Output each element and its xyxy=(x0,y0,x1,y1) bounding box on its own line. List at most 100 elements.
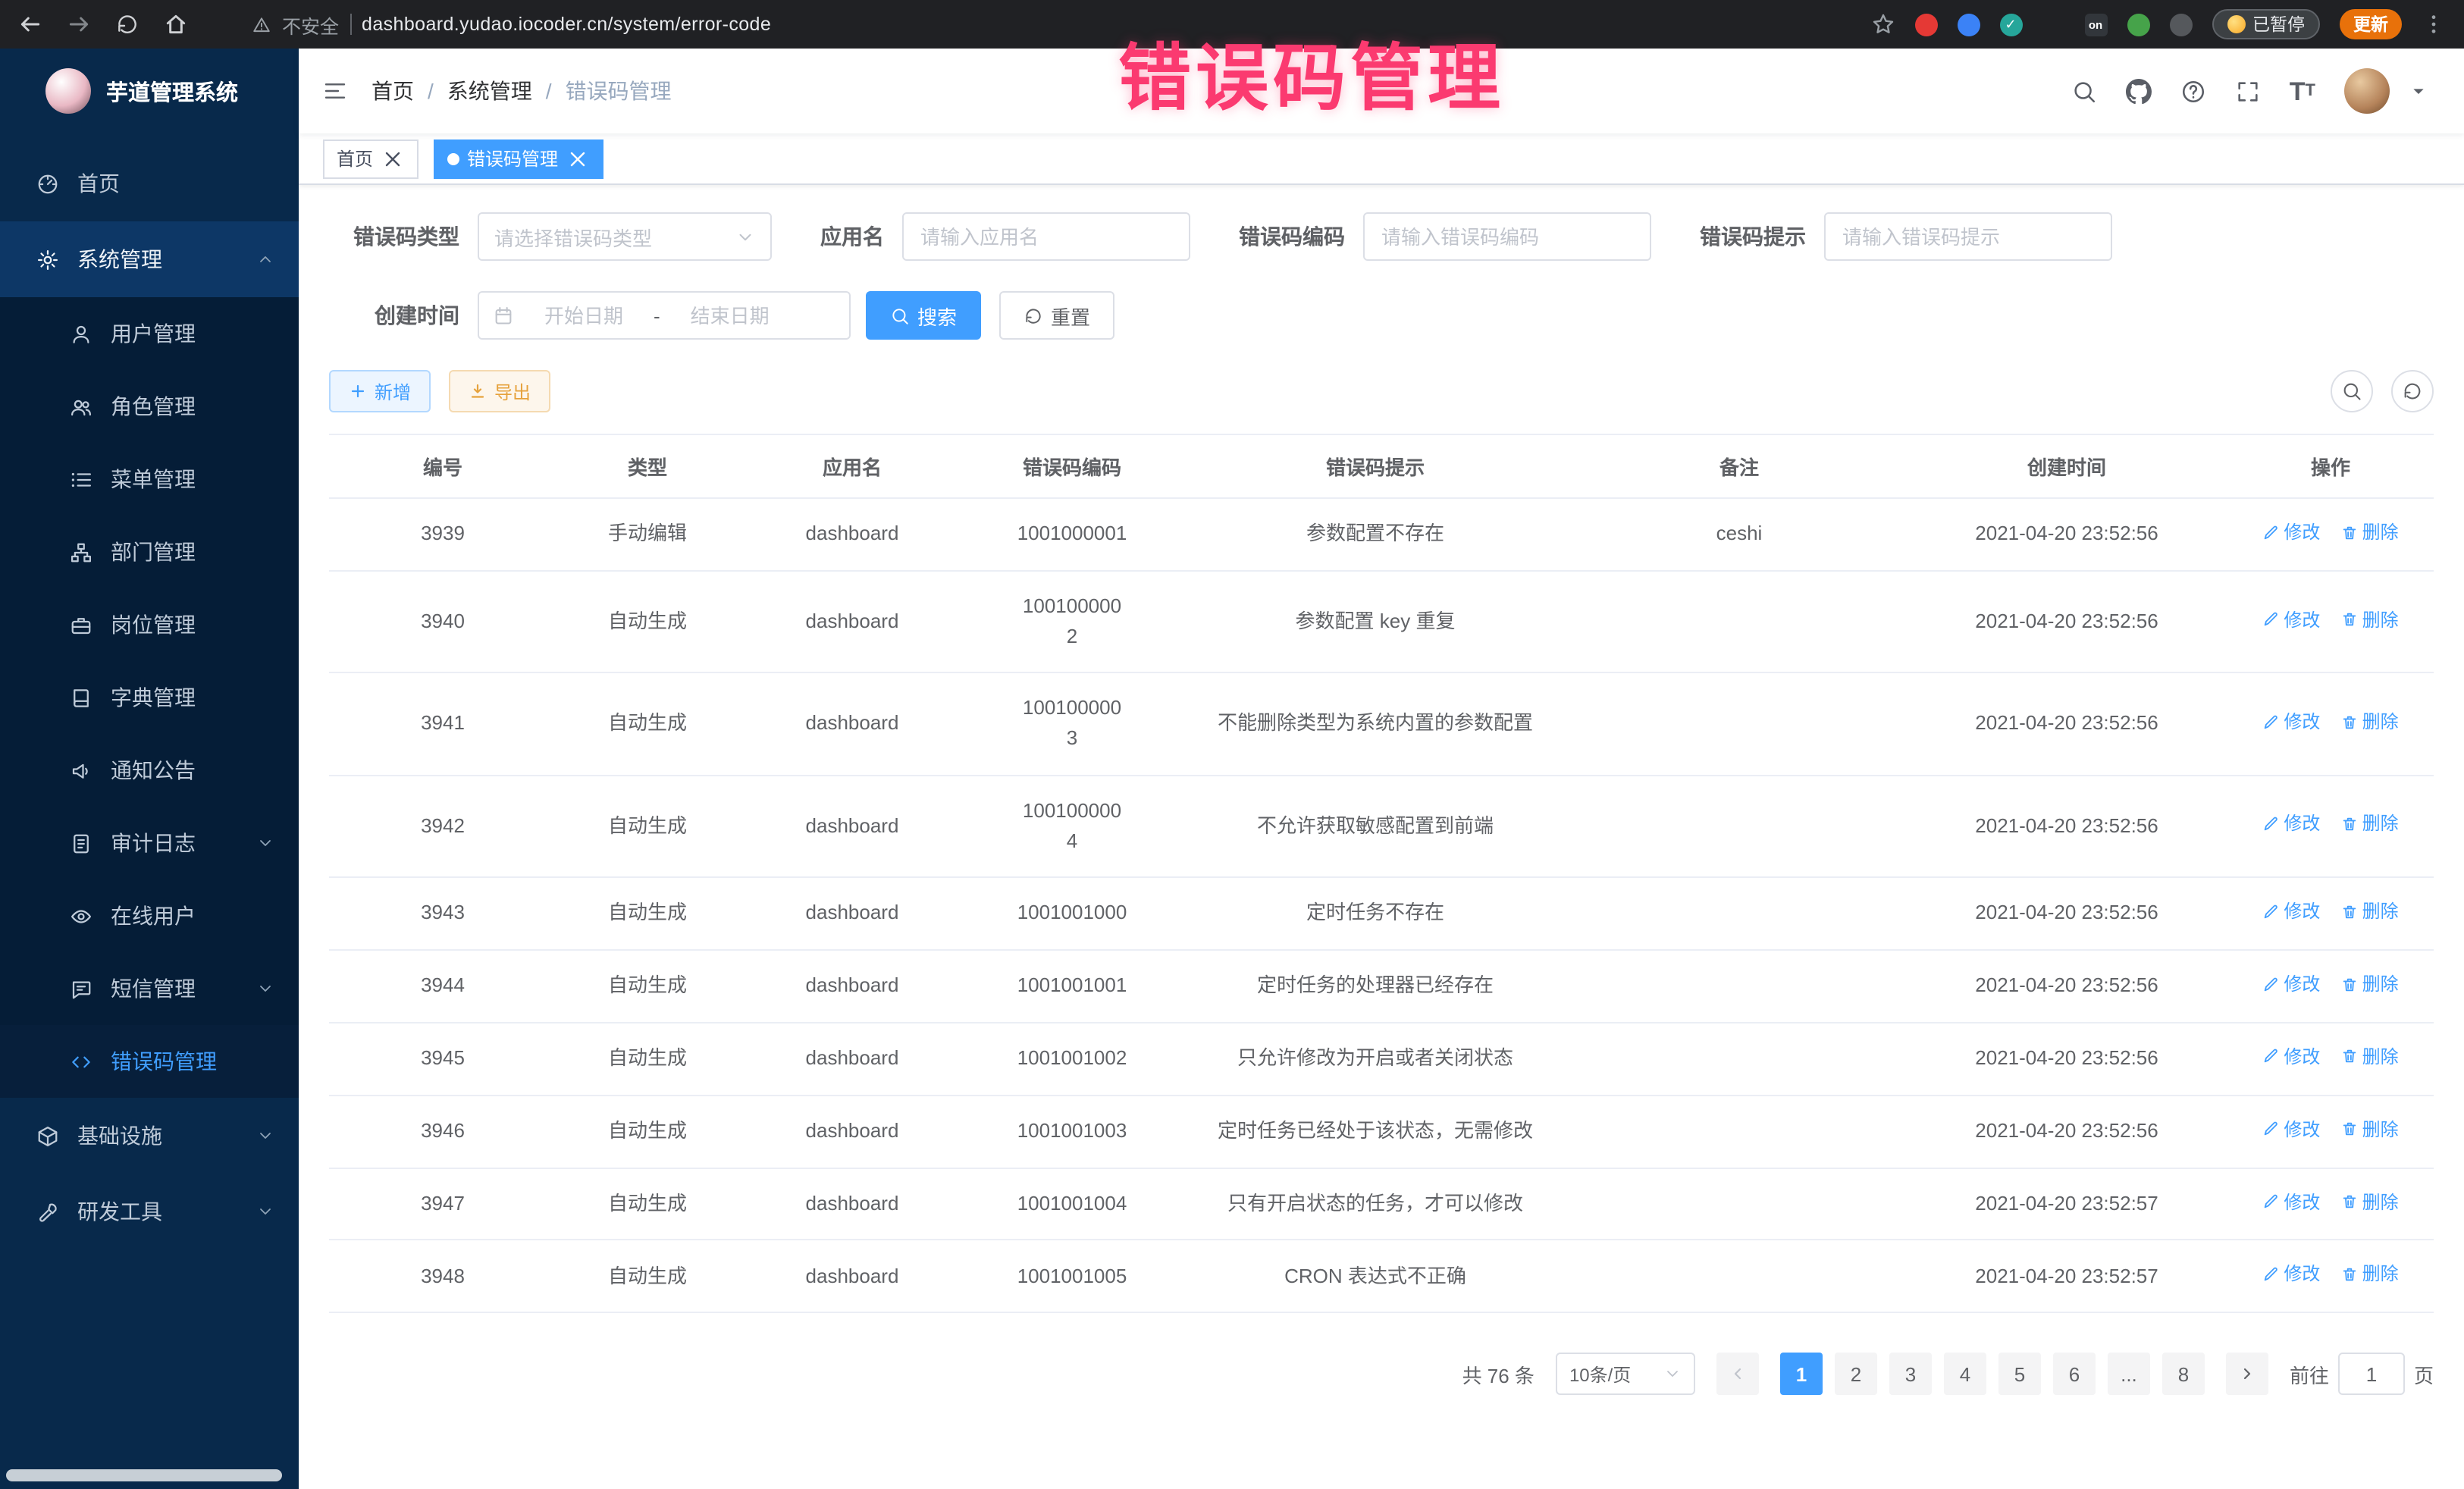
goto-page-input[interactable] xyxy=(2338,1353,2405,1396)
reload-icon[interactable] xyxy=(115,12,140,36)
edit-link[interactable]: 修改 xyxy=(2262,898,2320,926)
paused-extension-badge[interactable]: 已暂停 xyxy=(2212,9,2320,39)
delete-link[interactable]: 删除 xyxy=(2341,970,2399,998)
error-hint-input[interactable] xyxy=(1824,212,2112,261)
page-button[interactable]: 3 xyxy=(1889,1353,1932,1396)
prev-page-button[interactable] xyxy=(1716,1353,1759,1396)
caret-down-icon[interactable] xyxy=(2406,79,2431,103)
next-page-button[interactable] xyxy=(2226,1353,2268,1396)
delete-link[interactable]: 删除 xyxy=(2341,1042,2399,1071)
hamburger-icon[interactable] xyxy=(323,79,347,103)
app-logo[interactable]: 芋道管理系统 xyxy=(0,49,299,133)
extension-icon-grid[interactable] xyxy=(2042,13,2064,36)
page-button[interactable]: 2 xyxy=(1835,1353,1877,1396)
edit-link[interactable]: 修改 xyxy=(2262,810,2320,838)
app-name-input[interactable] xyxy=(902,212,1190,261)
page-size-select[interactable]: 10条/页 xyxy=(1556,1353,1695,1396)
delete-link[interactable]: 删除 xyxy=(2341,1115,2399,1143)
browser-home-icon[interactable] xyxy=(164,12,188,36)
close-icon[interactable] xyxy=(381,146,405,171)
extension-icon-on[interactable]: on xyxy=(2084,13,2107,36)
delete-link[interactable]: 删除 xyxy=(2341,898,2399,926)
user-avatar[interactable] xyxy=(2344,68,2390,114)
edit-link-label: 修改 xyxy=(2284,1042,2320,1071)
tab-error-code[interactable]: 错误码管理 xyxy=(434,139,603,178)
sidebar-item-menus[interactable]: 菜单管理 xyxy=(0,443,299,516)
sidebar-item-online-users[interactable]: 在线用户 xyxy=(0,879,299,952)
sidebar-item-dev-tools[interactable]: 研发工具 xyxy=(0,1174,299,1249)
start-date-input[interactable] xyxy=(520,304,647,327)
sidebar-item-posts[interactable]: 岗位管理 xyxy=(0,588,299,661)
delete-link[interactable]: 删除 xyxy=(2341,519,2399,547)
sidebar-item-notice[interactable]: 通知公告 xyxy=(0,734,299,807)
delete-link[interactable]: 删除 xyxy=(2341,708,2399,736)
breadcrumb-item[interactable]: 错误码管理 xyxy=(566,76,672,106)
sidebar-item-users[interactable]: 用户管理 xyxy=(0,297,299,370)
delete-link[interactable]: 删除 xyxy=(2341,810,2399,838)
extension-icon-red[interactable] xyxy=(1914,13,1937,36)
export-button[interactable]: 导出 xyxy=(449,370,550,412)
sidebar-item-audit-log[interactable]: 审计日志 xyxy=(0,807,299,879)
error-code-input[interactable] xyxy=(1363,212,1651,261)
fullscreen-button[interactable] xyxy=(2235,78,2261,104)
docs-help-button[interactable] xyxy=(2180,78,2206,104)
sidebar-item-depts[interactable]: 部门管理 xyxy=(0,516,299,588)
page-button[interactable]: 1 xyxy=(1780,1353,1823,1396)
sidebar-item-label: 部门管理 xyxy=(111,537,196,567)
sidebar-item-label: 研发工具 xyxy=(77,1196,162,1227)
edit-link[interactable]: 修改 xyxy=(2262,970,2320,998)
edit-link[interactable]: 修改 xyxy=(2262,1188,2320,1216)
sidebar-item-sms[interactable]: 短信管理 xyxy=(0,952,299,1025)
edit-link[interactable]: 修改 xyxy=(2262,1261,2320,1289)
extension-icon-blue[interactable] xyxy=(1957,13,1980,36)
bookmark-star-icon[interactable] xyxy=(1870,12,1895,36)
tab-home[interactable]: 首页 xyxy=(323,139,419,178)
sidebar-item-system-management[interactable]: 系统管理 xyxy=(0,221,299,297)
browser-update-button[interactable]: 更新 xyxy=(2340,9,2402,39)
sidebar-item-dict[interactable]: 字典管理 xyxy=(0,661,299,734)
toggle-search-button[interactable] xyxy=(2331,370,2373,412)
back-icon[interactable] xyxy=(18,12,42,36)
sidebar-item-infra[interactable]: 基础设施 xyxy=(0,1098,299,1174)
reset-button[interactable]: 重置 xyxy=(999,291,1114,340)
refresh-table-button[interactable] xyxy=(2391,370,2434,412)
sidebar-scrollbar[interactable] xyxy=(6,1469,282,1481)
sidebar-item-home[interactable]: 首页 xyxy=(0,146,299,221)
add-button[interactable]: 新增 xyxy=(329,370,431,412)
browser-menu-dots-icon[interactable] xyxy=(2422,12,2446,36)
page-button[interactable]: ... xyxy=(2108,1353,2150,1396)
error-code-type-select[interactable]: 请选择错误码类型 xyxy=(478,212,772,261)
edit-link[interactable]: 修改 xyxy=(2262,1042,2320,1071)
forward-icon[interactable] xyxy=(67,12,91,36)
address-bar[interactable]: 不安全 dashboard.yudao.iocoder.cn/system/er… xyxy=(252,10,771,39)
edit-link[interactable]: 修改 xyxy=(2262,519,2320,547)
breadcrumb-item[interactable]: 系统管理 xyxy=(447,76,566,106)
delete-link[interactable]: 删除 xyxy=(2341,1261,2399,1289)
search-button[interactable]: 搜索 xyxy=(866,291,981,340)
emoji-face-icon xyxy=(2227,15,2245,33)
github-link[interactable] xyxy=(2126,78,2152,104)
edit-link[interactable]: 修改 xyxy=(2262,1115,2320,1143)
page-button[interactable]: 4 xyxy=(1944,1353,1986,1396)
page-button[interactable]: 6 xyxy=(2053,1353,2096,1396)
edit-link[interactable]: 修改 xyxy=(2262,606,2320,634)
extension-icon-teal[interactable]: ✓ xyxy=(1999,13,2022,36)
sidebar-item-roles[interactable]: 角色管理 xyxy=(0,370,299,443)
extension-icon-green[interactable] xyxy=(2127,13,2149,36)
edit-link[interactable]: 修改 xyxy=(2262,708,2320,736)
font-size-icon[interactable]: TT xyxy=(2290,78,2315,104)
breadcrumb-item[interactable]: 首页 xyxy=(371,76,447,106)
header-search-button[interactable] xyxy=(2071,78,2097,104)
page-button[interactable]: 5 xyxy=(1998,1353,2041,1396)
date-range-picker[interactable]: - xyxy=(478,291,851,340)
sidebar-other-sections: 基础设施 研发工具 xyxy=(0,1098,299,1249)
page-button[interactable]: 8 xyxy=(2162,1353,2205,1396)
delete-link[interactable]: 删除 xyxy=(2341,606,2399,634)
delete-link[interactable]: 删除 xyxy=(2341,1188,2399,1216)
edit-link-label: 修改 xyxy=(2284,708,2320,736)
edit-link-label: 修改 xyxy=(2284,810,2320,838)
close-icon[interactable] xyxy=(566,146,590,171)
end-date-input[interactable] xyxy=(666,304,794,327)
extension-icon-dark[interactable] xyxy=(2169,13,2192,36)
sidebar-item-error-code[interactable]: 错误码管理 xyxy=(0,1025,299,1098)
